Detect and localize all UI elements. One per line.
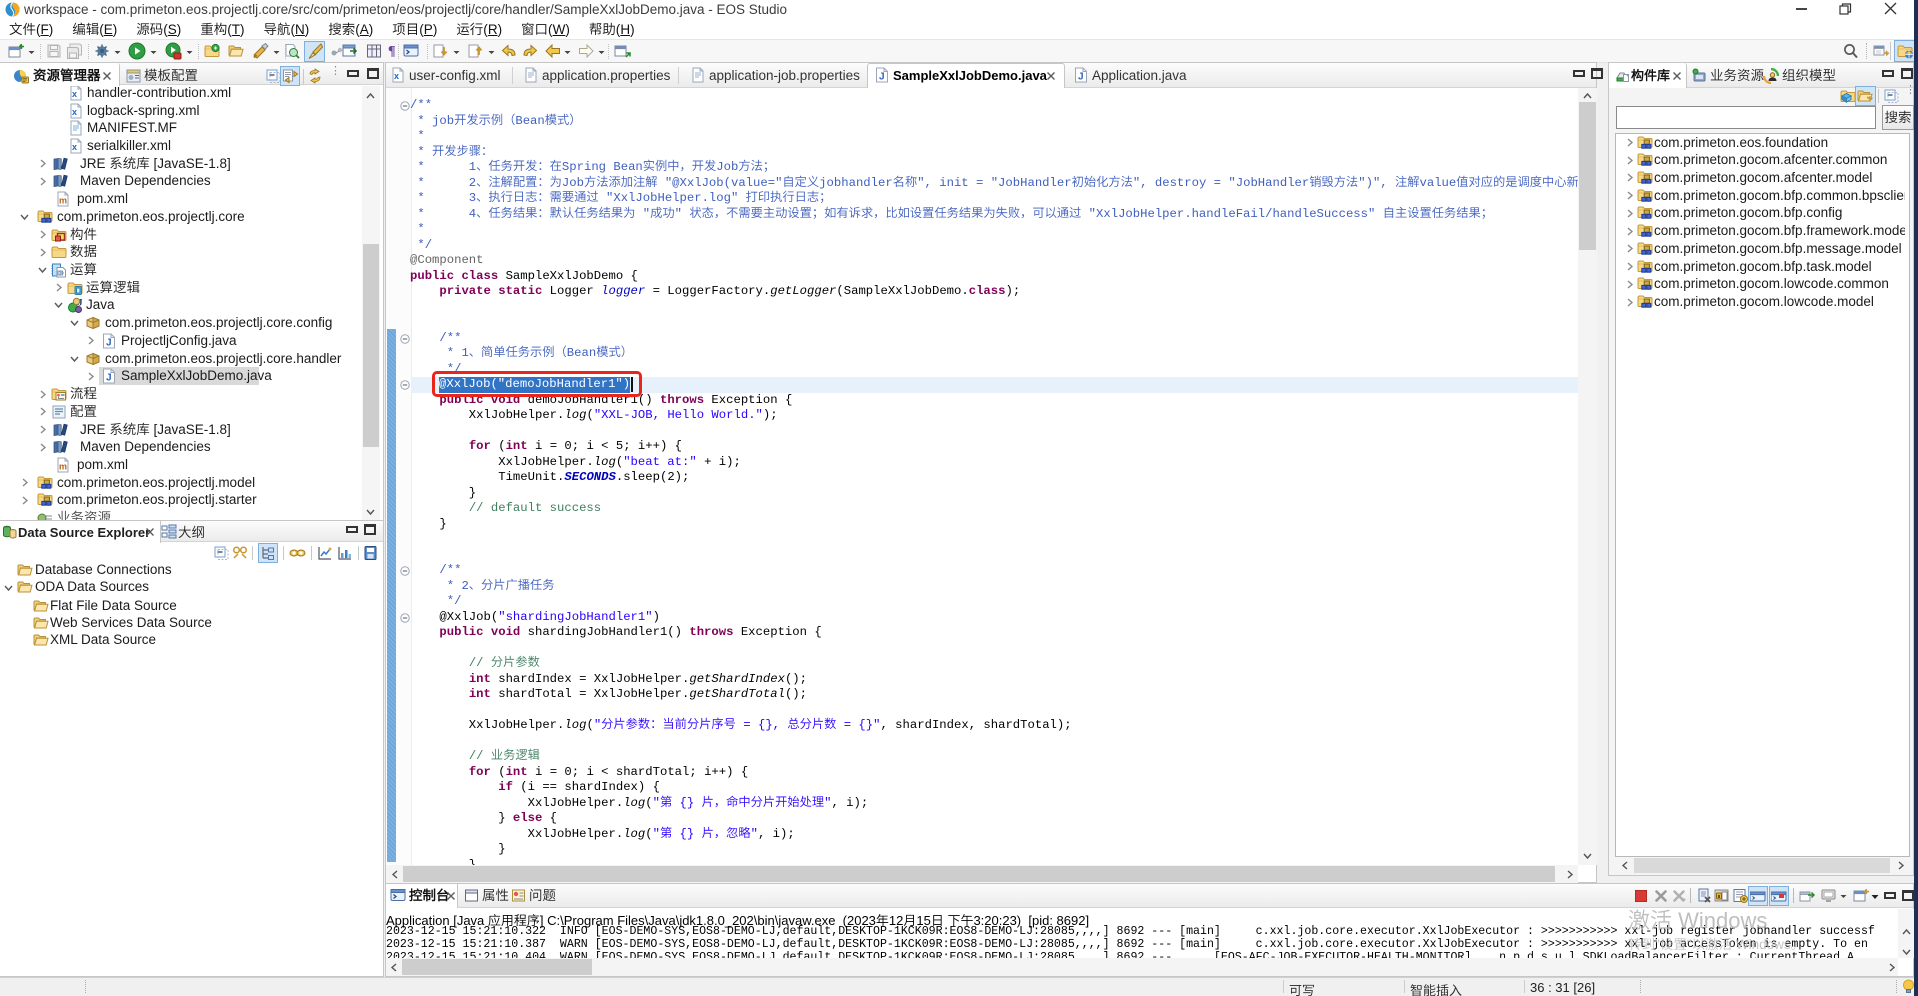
svg-text:30: 30 [59, 271, 65, 276]
svg-text:x: x [72, 89, 77, 99]
svg-text:J: J [78, 298, 83, 308]
svg-text:x: x [394, 71, 399, 81]
svg-text:m: m [59, 461, 67, 471]
svg-text:J: J [106, 337, 112, 348]
svg-text:x: x [72, 107, 77, 117]
svg-text:x: x [72, 142, 77, 152]
svg-text:m: m [59, 196, 67, 206]
svg-text:J: J [106, 373, 112, 384]
